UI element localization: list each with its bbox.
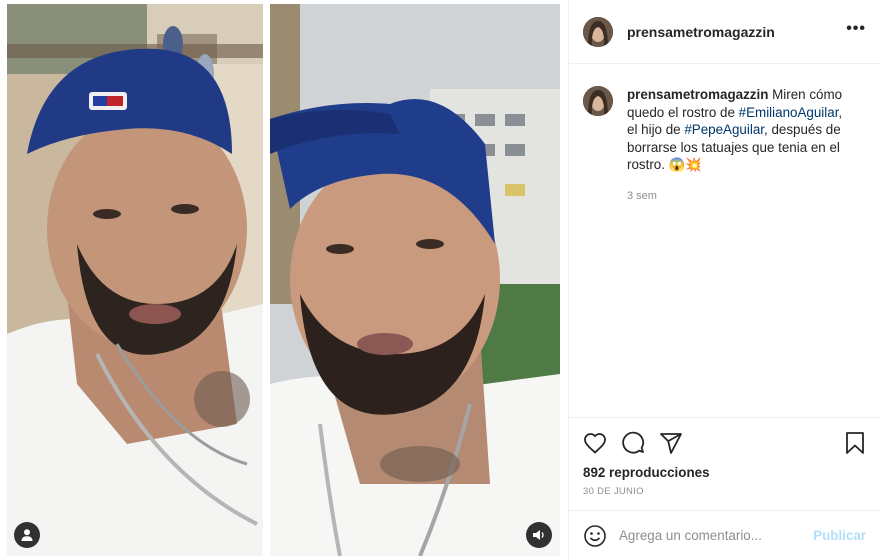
emoji-button[interactable] [583,524,607,548]
bookmark-icon [846,431,864,454]
save-button[interactable] [844,431,866,455]
header-username-link[interactable]: prensametromagazzin [627,24,775,40]
add-comment-form: Publicar [569,510,880,560]
avatar-image [583,86,613,116]
user-tag-icon [21,529,33,541]
post-media[interactable] [0,0,568,560]
more-options-icon[interactable]: ••• [846,20,866,43]
heart-icon [584,432,606,454]
avatar-image [583,16,613,47]
caption-avatar[interactable] [583,86,613,116]
tagged-users-button[interactable] [14,522,40,548]
speaker-icon [533,530,544,540]
avatar[interactable] [583,16,613,47]
video-frame-right [270,4,560,556]
photo-selfie-right [270,4,560,556]
post-date[interactable]: 30 DE JUNIO [569,480,880,510]
caption-emojis: 😱💥 [668,157,703,172]
view-count[interactable]: 892 reproducciones [569,465,880,480]
caption: prensametromagazzin Miren cómo quedo el … [627,86,855,205]
action-bar [569,417,880,467]
photo-selfie-left [7,4,263,556]
share-button[interactable] [659,431,683,455]
audio-toggle-button[interactable] [526,522,552,548]
caption-row: prensametromagazzin Miren cómo quedo el … [583,86,864,205]
comment-input[interactable] [619,528,806,543]
post-header: prensametromagazzin ••• [569,0,880,64]
video-frame-left [7,4,263,556]
comment-icon [622,431,645,453]
caption-timestamp[interactable]: 3 sem [627,188,855,206]
share-icon [660,432,682,454]
publish-button[interactable]: Publicar [813,528,866,543]
emoji-icon [584,524,606,547]
hashtag-link[interactable]: #PepeAguilar [684,122,764,137]
hashtag-link[interactable]: #EmilianoAguilar [739,105,839,120]
instagram-post: prensametromagazzin ••• prensametromagaz… [0,0,880,560]
like-button[interactable] [583,432,607,454]
comment-button[interactable] [621,431,645,455]
caption-username-link[interactable]: prensametromagazzin [627,87,768,102]
comments-section: prensametromagazzin Miren cómo quedo el … [569,64,880,417]
post-side-panel: prensametromagazzin ••• prensametromagaz… [568,0,880,560]
